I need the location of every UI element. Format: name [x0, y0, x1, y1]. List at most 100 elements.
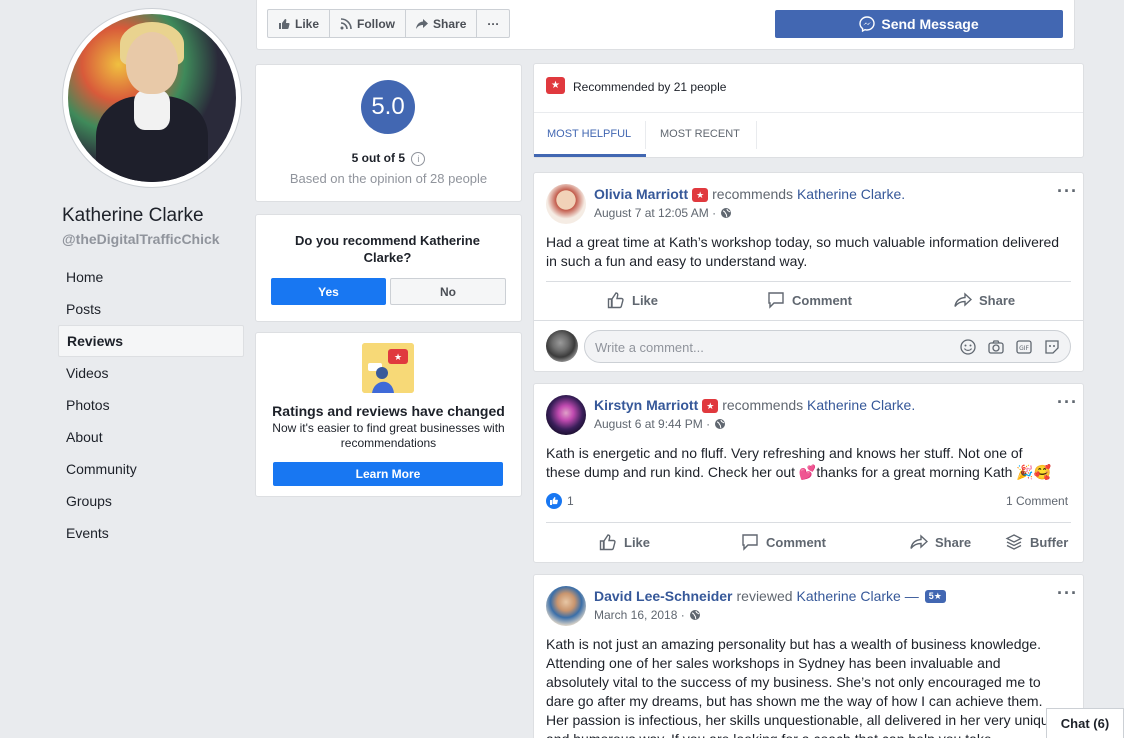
- like-reaction-icon: [546, 493, 562, 509]
- nav-item-photos[interactable]: Photos: [58, 389, 244, 421]
- reviewer-avatar[interactable]: [546, 184, 586, 224]
- post-verb: reviewed: [736, 588, 793, 604]
- rating-out-of: 5 out of 5 i: [255, 151, 522, 166]
- like-post-button[interactable]: Like: [599, 533, 650, 551]
- like-post-button[interactable]: Like: [607, 291, 658, 309]
- recommend-badge-icon: ★: [692, 188, 709, 203]
- page-link[interactable]: Katherine Clarke.: [797, 186, 905, 202]
- tab-most-helpful[interactable]: MOST HELPFUL: [547, 128, 631, 140]
- profile-picture[interactable]: [68, 14, 236, 182]
- post-header: David Lee-Schneider reviewed Katherine C…: [594, 588, 946, 604]
- post-meta: August 6 at 9:44 PM ·: [594, 417, 726, 431]
- more-options-button[interactable]: ···: [477, 10, 509, 37]
- reviewer-avatar[interactable]: [546, 395, 586, 435]
- rating-badge: 5★: [924, 589, 946, 603]
- globe-icon: [689, 609, 701, 621]
- review-text: Kath is not just an amazing personality …: [546, 636, 1057, 738]
- post-date[interactable]: August 6 at 9:44 PM ·: [594, 417, 710, 431]
- page-handle[interactable]: @theDigitalTrafficChick: [62, 231, 220, 247]
- divider: [546, 281, 1071, 282]
- recommend-question-card: [255, 214, 522, 322]
- comment-input[interactable]: Write a comment... GIF: [584, 330, 1071, 363]
- thumbs-up-icon: [278, 18, 290, 30]
- recommend-yes-button[interactable]: Yes: [271, 278, 386, 305]
- reviewer-name[interactable]: Kirstyn Marriott: [594, 397, 698, 413]
- nav-item-events[interactable]: Events: [58, 517, 244, 549]
- tab-separator: [645, 121, 646, 149]
- tabs-divider: [534, 112, 1083, 113]
- nav-item-home[interactable]: Home: [58, 261, 244, 293]
- camera-icon[interactable]: [987, 338, 1005, 356]
- post-options-icon[interactable]: ···: [1057, 392, 1078, 413]
- reviews-changed-title: Ratings and reviews have changed: [272, 403, 505, 419]
- rating-score: 5.0: [361, 80, 415, 134]
- tab-separator: [756, 121, 757, 149]
- page-action-buttons: Like Follow Share ···: [267, 9, 511, 38]
- nav-item-groups[interactable]: Groups: [58, 485, 244, 517]
- current-user-avatar: [546, 330, 578, 362]
- more-dots-icon: ···: [487, 16, 500, 31]
- post-meta: August 7 at 12:05 AM ·: [594, 206, 732, 220]
- gif-icon[interactable]: GIF: [1015, 338, 1033, 356]
- share-arrow-icon: [910, 533, 928, 551]
- post-options-icon[interactable]: ···: [1057, 583, 1078, 604]
- like-page-button[interactable]: Like: [268, 10, 331, 37]
- recommendation-illustration: ★: [362, 343, 414, 393]
- globe-icon: [720, 207, 732, 219]
- comment-bubble-icon: [741, 533, 759, 551]
- tab-most-recent[interactable]: MOST RECENT: [660, 128, 740, 140]
- nav-item-videos[interactable]: Videos: [58, 357, 244, 389]
- post-meta: March 16, 2018 ·: [594, 608, 701, 622]
- reviewer-name[interactable]: Olivia Marriott: [594, 186, 688, 202]
- sticker-icon[interactable]: [1043, 338, 1061, 356]
- buffer-post-button[interactable]: Buffer: [1005, 533, 1068, 551]
- recommend-question: Do you recommend Katherine Clarke?: [295, 233, 480, 265]
- divider: [534, 320, 1083, 321]
- page-link[interactable]: Katherine Clarke —: [797, 588, 919, 604]
- post-header: Olivia Marriott ★ recommends Katherine Cla…: [594, 186, 905, 203]
- chat-tab[interactable]: Chat (6): [1046, 708, 1124, 738]
- share-page-button[interactable]: Share: [406, 10, 478, 37]
- share-arrow-icon: [954, 291, 972, 309]
- recommend-badge-icon: ★: [702, 399, 719, 414]
- send-message-button[interactable]: Send Message: [775, 10, 1063, 38]
- comment-count[interactable]: 1 Comment: [1006, 494, 1068, 508]
- messenger-icon: [859, 16, 876, 32]
- post-options-icon[interactable]: ···: [1057, 181, 1078, 202]
- reviewer-avatar[interactable]: [546, 586, 586, 626]
- post-date[interactable]: March 16, 2018 ·: [594, 608, 685, 622]
- svg-text:★: ★: [394, 352, 402, 362]
- reviewer-name[interactable]: David Lee-Schneider: [594, 588, 733, 604]
- share-post-button[interactable]: Share: [910, 533, 971, 551]
- follow-page-button[interactable]: Follow: [330, 10, 407, 37]
- emoji-icon[interactable]: [959, 338, 977, 356]
- recommendations-header-card: [533, 63, 1084, 158]
- info-icon[interactable]: i: [411, 151, 426, 166]
- comment-post-button[interactable]: Comment: [741, 533, 826, 551]
- comment-placeholder: Write a comment...: [595, 340, 704, 355]
- nav-item-community[interactable]: Community: [58, 453, 244, 485]
- post-header: Kirstyn Marriott ★ recommends Katherine Cl…: [594, 397, 915, 414]
- nav-item-about[interactable]: About: [58, 421, 244, 453]
- divider: [546, 522, 1071, 523]
- comment-post-button[interactable]: Comment: [767, 291, 852, 309]
- comment-bubble-icon: [767, 291, 785, 309]
- rating-based-on: Based on the opinion of 28 people: [289, 171, 488, 186]
- reaction-count: 1: [567, 494, 574, 508]
- share-post-button[interactable]: Share: [954, 291, 1015, 309]
- rss-icon: [340, 17, 352, 30]
- post-date[interactable]: August 7 at 12:05 AM ·: [594, 206, 716, 220]
- recommended-by-count: Recommended by 21 people: [573, 80, 727, 94]
- buffer-stack-icon: [1005, 533, 1023, 551]
- globe-icon: [714, 418, 726, 430]
- learn-more-button[interactable]: Learn More: [273, 462, 503, 486]
- reaction-summary[interactable]: 1: [546, 493, 574, 509]
- review-text: Had a great time at Kath’s workshop toda…: [546, 234, 1060, 269]
- reviews-changed-subtitle: Now it's easier to find great businesses…: [272, 421, 505, 450]
- nav-item-reviews[interactable]: Reviews: [58, 325, 244, 357]
- recommend-no-button[interactable]: No: [390, 278, 506, 305]
- page-link[interactable]: Katherine Clarke.: [807, 397, 915, 413]
- review-text: Kath is energetic and no fluff. Very ref…: [546, 445, 1052, 480]
- nav-item-posts[interactable]: Posts: [58, 293, 244, 325]
- post-verb: recommends: [722, 397, 804, 413]
